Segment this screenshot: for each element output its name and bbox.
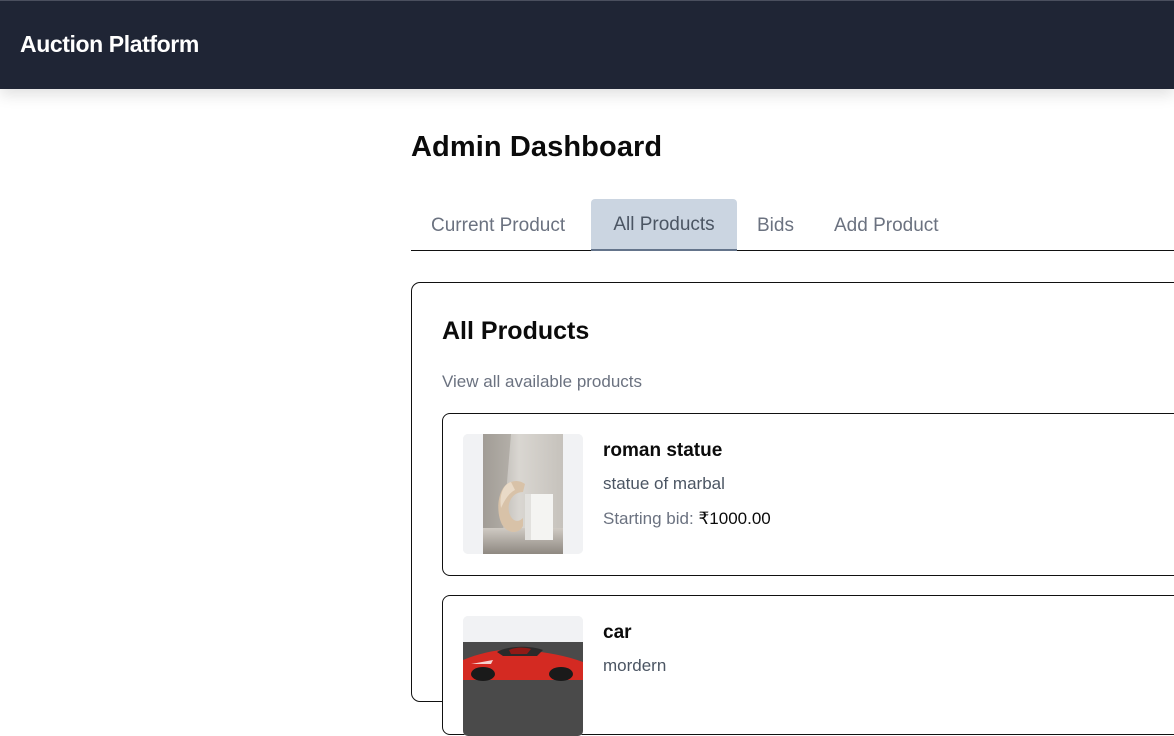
- all-products-card: All Products View all available products: [411, 282, 1174, 736]
- brand-title[interactable]: Auction Platform: [20, 31, 199, 58]
- starting-bid-amount: ₹1000.00: [698, 509, 771, 528]
- starting-bid-label: Starting bid:: [603, 509, 694, 528]
- tab-add-product[interactable]: Add Product: [834, 199, 939, 251]
- card-title: All Products: [442, 317, 590, 345]
- tab-current-product[interactable]: Current Product: [431, 199, 565, 251]
- product-description: statue of marbal: [603, 474, 725, 493]
- card-subtitle: View all available products: [442, 372, 643, 391]
- starting-bid: Starting bid: ₹1000.00: [603, 509, 771, 529]
- product-item[interactable]: car mordern: [442, 595, 1174, 736]
- red-car-image: [463, 616, 583, 736]
- product-name: roman statue: [603, 440, 723, 461]
- product-description: mordern: [603, 656, 667, 675]
- product-name: car: [603, 622, 632, 643]
- dashboard-tabs: Current Product All Products Bids Add Pr…: [411, 199, 1174, 251]
- tab-all-products[interactable]: All Products: [591, 199, 737, 251]
- top-navbar: Auction Platform: [0, 0, 1174, 89]
- tab-bids[interactable]: Bids: [757, 199, 794, 251]
- vase-sculpture-image: [463, 434, 583, 554]
- page-title: Admin Dashboard: [411, 131, 663, 163]
- product-image: [463, 434, 583, 554]
- product-image: [463, 616, 583, 736]
- product-item[interactable]: roman statue statue of marbal Starting b…: [442, 413, 1174, 576]
